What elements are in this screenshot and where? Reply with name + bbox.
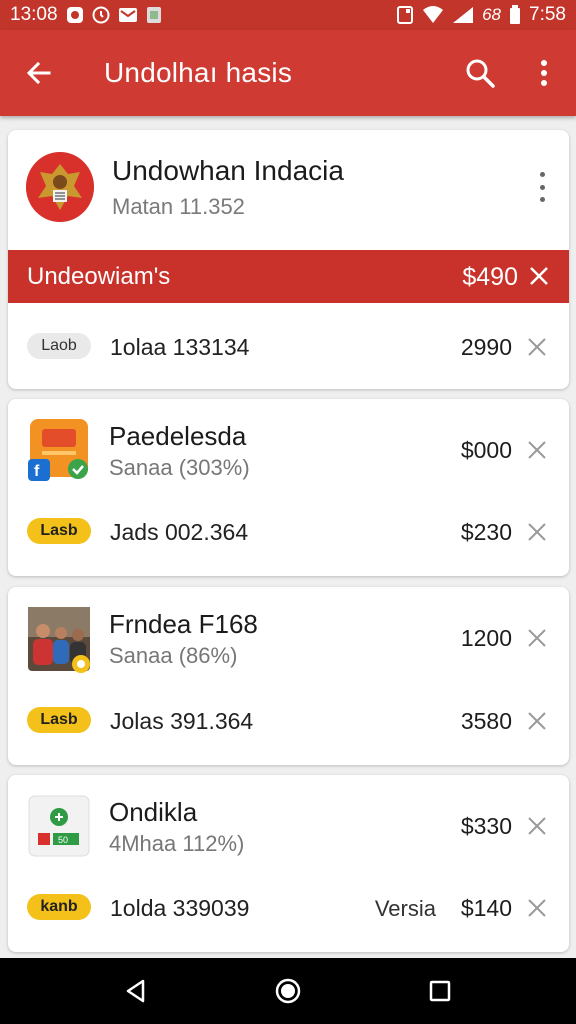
app-title: Paedelesda — [109, 421, 247, 451]
back-button[interactable] — [0, 30, 78, 116]
svg-text:50: 50 — [58, 835, 68, 845]
card-more-icon[interactable] — [535, 172, 549, 202]
more-options-button[interactable] — [512, 30, 576, 116]
list-item[interactable]: Laob 1olaa 133134 2990 — [8, 315, 569, 379]
account-title: Undowhan Indacia — [112, 155, 344, 186]
notification-icon — [66, 6, 84, 24]
item-amount: $230 — [460, 519, 512, 545]
app-subtitle: Sanaa (86%) — [109, 643, 238, 668]
nav-back-icon — [126, 979, 145, 1003]
app-card[interactable]: f Paedelesda Sanaa (303%) $000 Lasb Jads… — [8, 399, 569, 576]
app-amount: 1200 — [460, 625, 512, 651]
alarm-icon — [92, 6, 110, 24]
close-icon[interactable] — [523, 894, 551, 922]
banner-label: Undeowiam's — [27, 262, 171, 290]
status-left-text: 13:08 — [10, 4, 58, 25]
tag-badge: kanb — [27, 894, 91, 920]
more-vert-icon — [541, 60, 547, 86]
banner-amount: $490 — [462, 263, 518, 291]
item-text: 1olda 339039 — [110, 895, 250, 921]
tag-badge: Lasb — [27, 518, 91, 544]
item-amount: 2990 — [460, 334, 512, 360]
app-subtitle: Sanaa (303%) — [109, 455, 250, 480]
close-icon[interactable] — [523, 333, 551, 361]
nav-home-icon — [275, 978, 301, 1004]
mail-icon — [118, 6, 138, 24]
close-icon[interactable] — [523, 436, 551, 464]
search-button[interactable] — [448, 30, 512, 116]
account-subtitle: Matan 11.352 — [112, 194, 245, 219]
nav-recents-button[interactable] — [408, 959, 472, 1023]
nav-recents-icon — [429, 980, 451, 1002]
nav-home-button[interactable] — [256, 959, 320, 1023]
close-icon[interactable] — [523, 812, 551, 840]
cast-icon — [396, 5, 414, 25]
app-folder-icon: f — [28, 419, 90, 481]
app-amount: $330 — [460, 813, 512, 839]
app-title: Frndea F168 — [109, 609, 258, 639]
battery-icon — [509, 5, 521, 25]
close-icon[interactable] — [523, 518, 551, 546]
app-bar: Undolhaı hasis — [0, 30, 576, 116]
photo-icon — [146, 6, 162, 24]
item-amount: $140 — [460, 895, 512, 921]
app-title: Ondikla — [109, 797, 198, 827]
clock: 7:58 — [529, 4, 566, 25]
nav-back-button[interactable] — [104, 959, 168, 1023]
account-header: Undowhan Indacia Matan 11.352 — [8, 130, 569, 250]
wifi-icon — [422, 6, 444, 24]
tag-badge: Lasb — [27, 707, 91, 733]
group-photo-icon — [28, 607, 90, 673]
system-nav-bar — [0, 958, 576, 1024]
back-arrow-icon — [26, 61, 51, 85]
summary-banner: Undeowiam's $490 — [8, 250, 569, 303]
close-icon[interactable] — [523, 624, 551, 652]
list-item[interactable]: Lasb Jolas 391.364 3580 — [8, 689, 569, 753]
app-card[interactable]: 50 Ondikla 4Mhaa 112%) $330 kanb 1olda 3… — [8, 775, 569, 952]
list-item[interactable]: kanb 1olda 339039 Versia $140 — [8, 876, 569, 940]
tag-badge: Laob — [27, 333, 91, 359]
close-icon[interactable] — [525, 262, 553, 290]
item-amount: 3580 — [460, 708, 512, 734]
close-icon[interactable] — [523, 707, 551, 735]
app-subtitle: 4Mhaa 112%) — [109, 831, 245, 856]
emblem-avatar — [26, 152, 94, 222]
list-item[interactable]: Lasb Jads 002.364 $230 — [8, 500, 569, 564]
item-text: 1olaa 133134 — [110, 334, 250, 360]
item-text: Jolas 391.364 — [110, 708, 254, 734]
item-text: Jads 002.364 — [110, 519, 249, 545]
status-bar: 13:08 68 7:58 — [0, 0, 576, 30]
search-icon — [466, 59, 495, 88]
battery-percent: 68 — [482, 5, 502, 24]
svg-text:f: f — [34, 463, 40, 480]
sheets-app-icon: 50 — [28, 795, 90, 857]
app-amount: $000 — [460, 437, 512, 463]
item-extra-label: Versia — [374, 896, 436, 921]
account-card[interactable]: Undowhan Indacia Matan 11.352 Undeowiam'… — [8, 130, 569, 389]
app-card[interactable]: Frndea F168 Sanaa (86%) 1200 Lasb Jolas … — [8, 587, 569, 765]
signal-icon — [452, 6, 474, 24]
page-title: Undolhaı hasis — [104, 57, 293, 88]
